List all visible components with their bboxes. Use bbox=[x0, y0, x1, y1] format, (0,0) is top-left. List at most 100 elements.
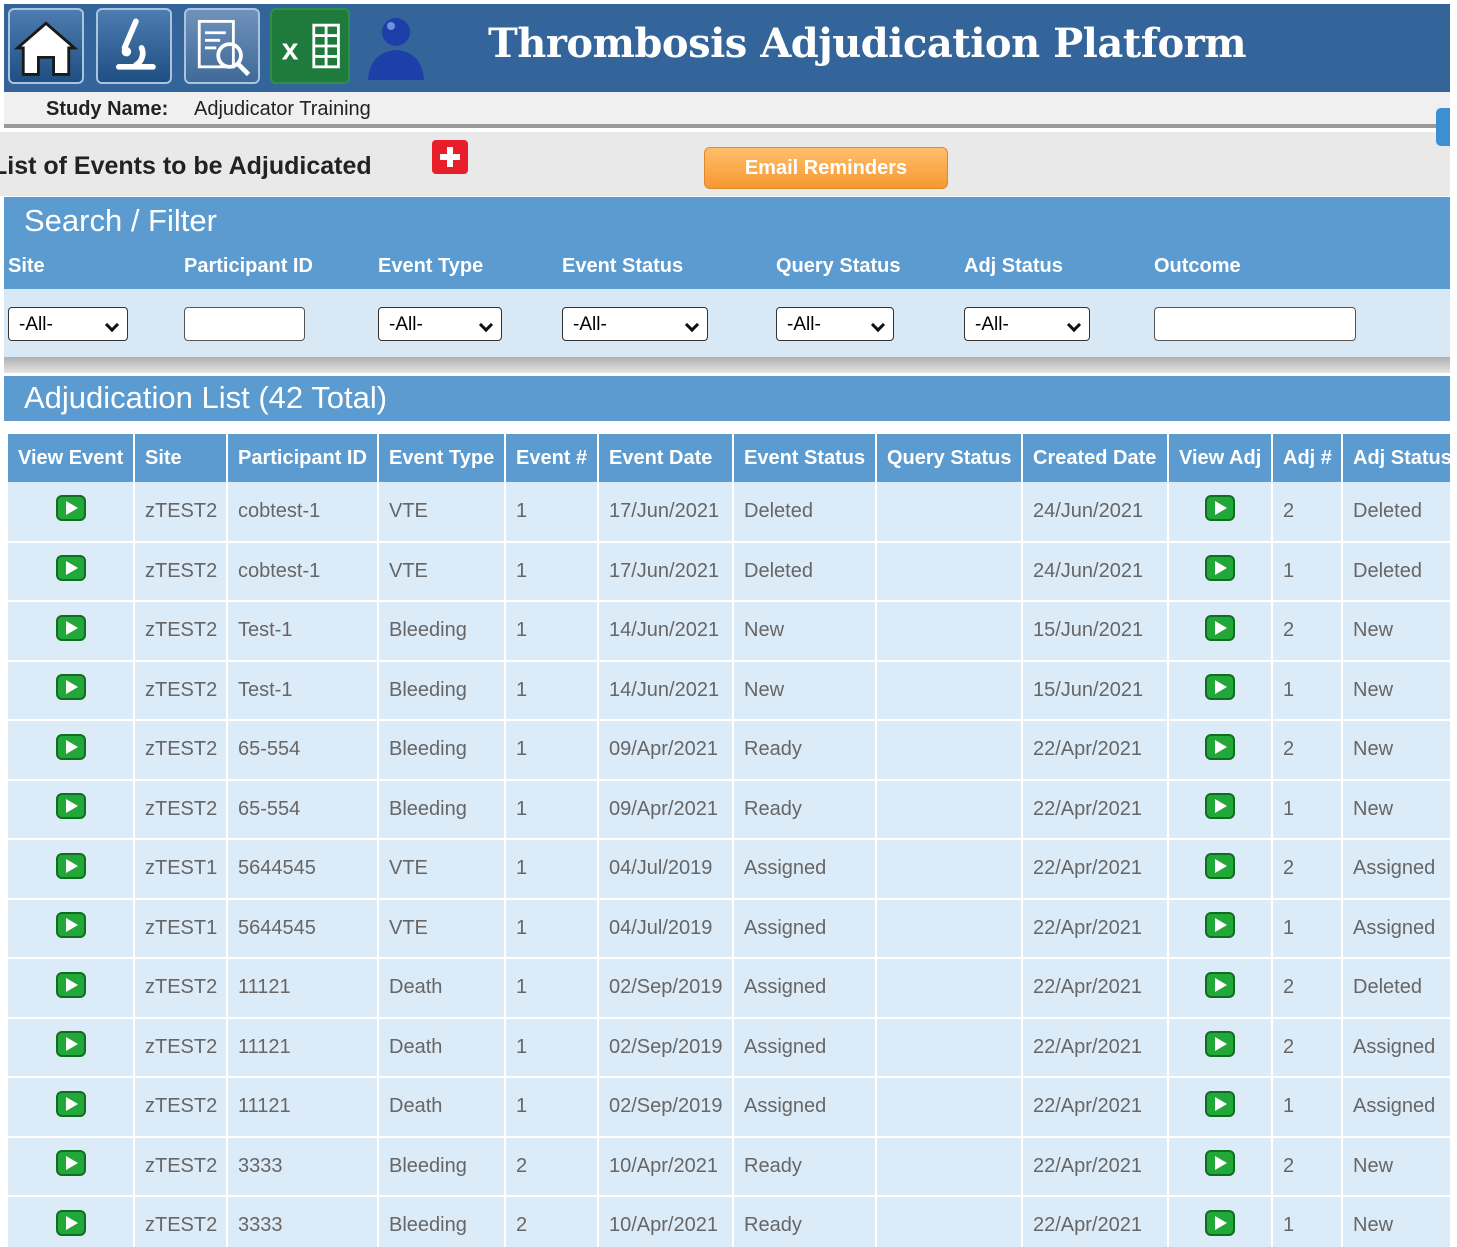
outcome-input[interactable] bbox=[1154, 307, 1356, 341]
col-view-adj[interactable]: View Adj bbox=[1168, 434, 1273, 482]
study-name-label: Study Name: bbox=[46, 98, 169, 120]
microscope-icon[interactable] bbox=[96, 8, 172, 84]
adj-status-cell: New bbox=[1342, 1196, 1450, 1247]
event-status-cell: Assigned bbox=[733, 1017, 877, 1078]
play-icon[interactable] bbox=[55, 614, 86, 641]
event-date-cell: 10/Apr/2021 bbox=[598, 1196, 734, 1247]
event-status-select[interactable]: -All- bbox=[562, 307, 708, 341]
excel-icon[interactable]: x bbox=[270, 8, 350, 84]
col-adj-status[interactable]: Adj Status bbox=[1342, 434, 1450, 482]
event-status-cell: New bbox=[733, 660, 877, 721]
view-adj-cell bbox=[1168, 779, 1273, 840]
play-icon[interactable] bbox=[55, 1031, 86, 1058]
play-icon[interactable] bbox=[1205, 733, 1235, 760]
event-type-select[interactable]: -All- bbox=[378, 307, 502, 341]
play-icon[interactable] bbox=[1205, 971, 1235, 998]
play-icon[interactable] bbox=[55, 852, 86, 879]
event-date-cell: 09/Apr/2021 bbox=[598, 720, 734, 781]
view-adj-cell bbox=[1168, 839, 1273, 900]
col-participant-id[interactable]: Participant ID bbox=[227, 434, 379, 482]
event-type-cell: VTE bbox=[378, 482, 506, 543]
play-icon[interactable] bbox=[1205, 1090, 1235, 1117]
play-icon[interactable] bbox=[55, 733, 86, 760]
col-site[interactable]: Site bbox=[134, 434, 228, 482]
created-date-cell: 22/Apr/2021 bbox=[1022, 1196, 1169, 1247]
col-query-status[interactable]: Query Status bbox=[876, 434, 1023, 482]
user-icon[interactable] bbox=[360, 8, 430, 84]
play-icon[interactable] bbox=[55, 674, 86, 701]
add-icon[interactable] bbox=[432, 140, 468, 174]
play-icon[interactable] bbox=[1205, 674, 1235, 701]
site-cell: zTEST2 bbox=[134, 1017, 228, 1078]
col-adj-no[interactable]: Adj # bbox=[1272, 434, 1343, 482]
play-icon[interactable] bbox=[55, 1090, 86, 1117]
adj-status-cell: Deleted bbox=[1342, 482, 1450, 543]
site-cell: zTEST2 bbox=[134, 541, 228, 602]
site-cell: zTEST2 bbox=[134, 1196, 228, 1247]
event-status-cell: Assigned bbox=[733, 839, 877, 900]
participant-id-cell: 65-554 bbox=[227, 720, 379, 781]
play-icon[interactable] bbox=[1205, 614, 1235, 641]
col-view-event[interactable]: View Event bbox=[8, 434, 135, 482]
play-icon[interactable] bbox=[55, 971, 86, 998]
chevron-down-icon bbox=[478, 317, 494, 333]
table-header-row: View Event Site Participant ID Event Typ… bbox=[8, 434, 1450, 482]
col-event-type[interactable]: Event Type bbox=[378, 434, 506, 482]
home-icon[interactable] bbox=[8, 8, 84, 84]
play-icon[interactable] bbox=[1205, 1150, 1235, 1177]
site-select[interactable]: -All- bbox=[8, 307, 128, 341]
svg-text:x: x bbox=[282, 33, 299, 66]
view-event-cell bbox=[8, 541, 135, 602]
created-date-cell: 15/Jun/2021 bbox=[1022, 660, 1169, 721]
adj-status-cell: New bbox=[1342, 1136, 1450, 1197]
adj-status-select[interactable]: -All- bbox=[964, 307, 1090, 341]
event-type-cell: Death bbox=[378, 958, 506, 1019]
event-no-cell: 2 bbox=[505, 1136, 599, 1197]
adj-no-cell: 1 bbox=[1272, 541, 1343, 602]
play-icon[interactable] bbox=[1205, 555, 1235, 582]
adjudication-table-container[interactable]: View Event Site Participant ID Event Typ… bbox=[8, 434, 1450, 1247]
site-cell: zTEST2 bbox=[134, 958, 228, 1019]
email-reminders-button[interactable]: Email Reminders bbox=[704, 147, 948, 189]
filter-label-site: Site bbox=[8, 255, 45, 277]
adj-no-cell: 2 bbox=[1272, 839, 1343, 900]
view-event-cell bbox=[8, 839, 135, 900]
event-type-cell: VTE bbox=[378, 839, 506, 900]
event-status-cell: Ready bbox=[733, 1136, 877, 1197]
play-icon[interactable] bbox=[55, 912, 86, 939]
play-icon[interactable] bbox=[55, 495, 86, 522]
col-event-no[interactable]: Event # bbox=[505, 434, 599, 482]
event-date-cell: 14/Jun/2021 bbox=[598, 601, 734, 662]
view-event-cell bbox=[8, 958, 135, 1019]
participant-id-cell: 5644545 bbox=[227, 839, 379, 900]
col-created-date[interactable]: Created Date bbox=[1022, 434, 1169, 482]
chevron-down-icon bbox=[870, 317, 886, 333]
adj-status-cell: Assigned bbox=[1342, 898, 1450, 959]
col-event-date[interactable]: Event Date bbox=[598, 434, 734, 482]
view-adj-cell bbox=[1168, 1017, 1273, 1078]
search-button[interactable] bbox=[1436, 108, 1450, 146]
play-icon[interactable] bbox=[1205, 912, 1235, 939]
table-row: zTEST1 5644545 VTE 1 04/Jul/2019 Assigned 22/A… bbox=[8, 839, 1450, 900]
play-icon[interactable] bbox=[1205, 1209, 1235, 1236]
search-filter-panel: Search / Filter Site Participant ID Even… bbox=[4, 197, 1450, 357]
participant-id-input[interactable] bbox=[184, 307, 305, 341]
play-icon[interactable] bbox=[55, 555, 86, 582]
play-icon[interactable] bbox=[1205, 852, 1235, 879]
query-status-select[interactable]: -All- bbox=[776, 307, 894, 341]
col-event-status[interactable]: Event Status bbox=[733, 434, 877, 482]
adj-no-cell: 1 bbox=[1272, 1196, 1343, 1247]
play-icon[interactable] bbox=[1205, 1031, 1235, 1058]
site-cell: zTEST2 bbox=[134, 1077, 228, 1138]
event-no-cell: 1 bbox=[505, 958, 599, 1019]
table-row: zTEST2 Test-1 Bleeding 1 14/Jun/2021 New 15/Ju… bbox=[8, 601, 1450, 662]
play-icon[interactable] bbox=[55, 1209, 86, 1236]
play-icon[interactable] bbox=[1205, 793, 1235, 820]
report-search-icon[interactable] bbox=[184, 8, 260, 84]
play-icon[interactable] bbox=[55, 1150, 86, 1177]
filter-label-event-type: Event Type bbox=[378, 255, 484, 277]
app-banner: x Thrombosis Adjudication Platform bbox=[4, 4, 1450, 92]
play-icon[interactable] bbox=[55, 793, 86, 820]
play-icon[interactable] bbox=[1205, 495, 1235, 522]
adjudication-list-header: Adjudication List (42 Total) bbox=[4, 376, 1450, 421]
